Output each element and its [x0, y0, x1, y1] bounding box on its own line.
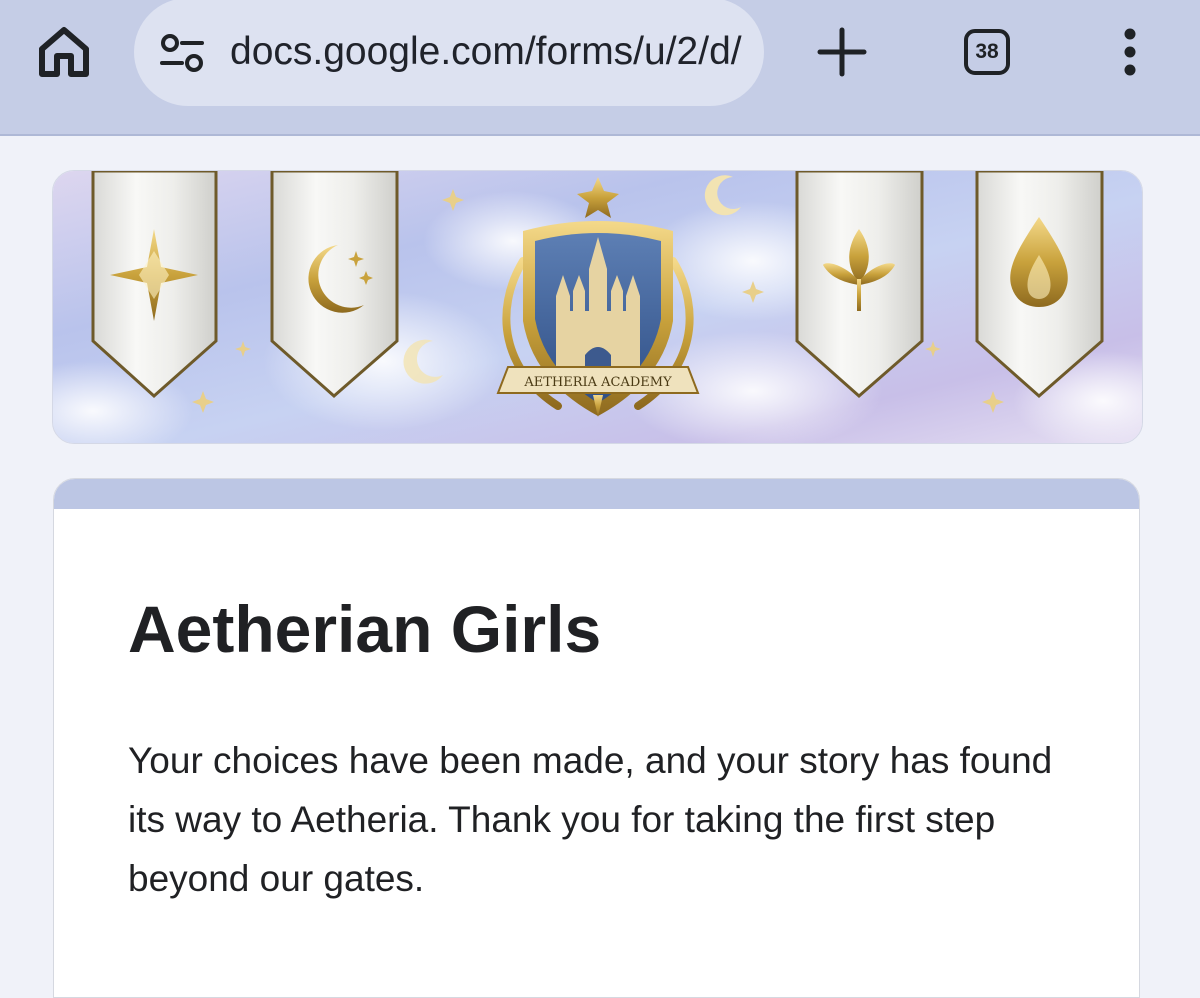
site-settings-icon: [160, 34, 204, 72]
card-accent-bar: [54, 479, 1139, 509]
url-text[interactable]: docs.google.com/forms/u/2/d/: [230, 26, 750, 78]
more-vert-icon: [1124, 28, 1136, 76]
more-menu-button[interactable]: [1112, 22, 1148, 82]
plus-icon: [817, 27, 867, 77]
home-button[interactable]: [34, 22, 94, 82]
site-settings-button[interactable]: [158, 30, 206, 78]
form-confirmation-card: Aetherian Girls Your choices have been m…: [53, 478, 1140, 998]
form-header-image: AETHERIA ACADEMY: [52, 170, 1143, 444]
tab-switcher-button[interactable]: 38: [964, 29, 1010, 75]
new-tab-button[interactable]: [814, 24, 870, 80]
address-bar[interactable]: docs.google.com/forms/u/2/d/: [134, 0, 764, 106]
browser-toolbar: docs.google.com/forms/u/2/d/ 38: [0, 0, 1200, 136]
confirmation-message: Your choices have been made, and your st…: [128, 740, 1053, 899]
form-title: Aetherian Girls: [128, 592, 602, 666]
home-icon: [39, 27, 89, 77]
crest-motto-text: AETHERIA ACADEMY: [523, 375, 672, 390]
